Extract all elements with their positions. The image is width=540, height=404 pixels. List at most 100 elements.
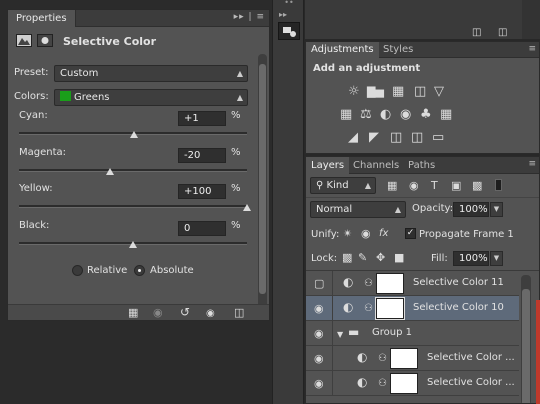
eye-icon[interactable]: ◉ [314, 302, 324, 315]
blend-mode-select[interactable]: Normal ▲ [310, 201, 406, 218]
slider-track[interactable] [19, 205, 247, 208]
eye-icon[interactable]: ◉ [314, 377, 324, 390]
color-balance-icon[interactable]: ⚖ [360, 108, 372, 121]
pixel-filter-icon[interactable]: ▦ [387, 179, 397, 192]
properties-scrollbar[interactable] [258, 54, 267, 311]
dock-collapse-icon[interactable]: ▸▸ [279, 10, 287, 19]
dock-properties-icon[interactable] [278, 22, 300, 40]
layer-row[interactable]: ◉ ◐ ⚇ Selective Color 10 [306, 296, 519, 321]
tab-styles[interactable]: Styles [378, 42, 418, 58]
lock-pixels-icon[interactable]: ✎ [358, 251, 367, 264]
propagate-label[interactable]: Propagate Frame 1 [419, 229, 514, 240]
tab-properties[interactable]: Properties [8, 10, 76, 27]
photo-filter-icon[interactable]: ◉ [400, 108, 411, 121]
layer-mask-thumbnail[interactable] [375, 297, 405, 320]
slider-thumb[interactable] [129, 241, 137, 248]
group-expand-icon[interactable]: ▼ [337, 328, 343, 341]
absolute-radio[interactable] [134, 265, 145, 276]
slider-value-field[interactable]: +1 [178, 111, 226, 126]
slider-track[interactable] [19, 169, 247, 172]
slider-value-field[interactable]: 0 [178, 221, 226, 236]
link-chain-icon[interactable]: ⚇ [364, 302, 373, 315]
lock-transparent-icon[interactable]: ▩ [342, 251, 352, 264]
adjustments-panel: Adjustments Styles ≡ Add an adjustment ☼… [305, 41, 540, 154]
tab-adjustments[interactable]: Adjustments [306, 42, 379, 58]
relative-radio[interactable] [72, 265, 83, 276]
layer-row[interactable]: ◉ ▼ ▬ Group 1 [306, 321, 519, 346]
tab-channels[interactable]: Channels [348, 157, 404, 174]
threshold-icon[interactable]: ◫ [390, 131, 402, 144]
layers-scrollbar[interactable] [521, 275, 531, 403]
gradient-map-icon[interactable]: ▭ [432, 131, 444, 144]
opacity-field[interactable]: 100% [453, 202, 489, 217]
slider-thumb[interactable] [130, 131, 139, 138]
dock-grip-icon[interactable]: •• [277, 0, 301, 7]
relative-label[interactable]: Relative [87, 265, 127, 276]
type-filter-icon[interactable]: T [431, 179, 438, 192]
colors-select[interactable]: Greens ▲ [54, 89, 248, 106]
posterize-icon[interactable]: ◤ [369, 131, 379, 144]
shape-filter-icon[interactable]: ▣ [451, 179, 461, 192]
opacity-dropdown-icon[interactable]: ▼ [490, 202, 503, 217]
selective-color-icon[interactable]: ◫ [411, 131, 423, 144]
lock-position-icon[interactable]: ✥ [376, 251, 385, 264]
edge-accent [536, 300, 540, 404]
brightness-icon[interactable]: ☼ [348, 85, 360, 98]
tab-layers[interactable]: Layers [306, 157, 350, 174]
slider-value-field[interactable]: +100 [178, 184, 226, 199]
clip-to-layer-icon[interactable]: ▦ [128, 306, 138, 319]
slider-value-field[interactable]: -20 [178, 148, 226, 163]
hue-saturation-icon[interactable]: ▦ [340, 108, 352, 121]
propagate-checkbox[interactable]: ✓ [405, 228, 416, 239]
lock-all-icon[interactable]: ■ [394, 251, 404, 264]
view-previous-icon[interactable]: ◉ [153, 306, 163, 319]
layer-mask-thumbnail[interactable] [390, 348, 418, 369]
tab-paths[interactable]: Paths [403, 157, 440, 174]
scrollbar-thumb[interactable] [522, 289, 530, 403]
layer-mask-thumbnail[interactable] [376, 273, 404, 294]
row-separator [332, 296, 333, 321]
color-lookup-icon[interactable]: ▦ [440, 108, 452, 121]
reset-icon[interactable]: ↺ [180, 306, 190, 319]
levels-icon[interactable]: ▇▅ [367, 85, 384, 98]
absolute-label[interactable]: Absolute [150, 265, 194, 276]
link-chain-icon[interactable]: ⚇ [378, 352, 387, 365]
slider-thumb[interactable] [243, 204, 251, 211]
filter-toggle-icon[interactable] [495, 179, 502, 191]
slider-thumb[interactable] [106, 168, 115, 175]
colors-value: Greens [74, 92, 110, 103]
layer-mask-thumbnail[interactable] [390, 373, 418, 394]
layer-row[interactable]: ◉ ◐ ⚇ Selective Color ... [306, 371, 519, 396]
smart-object-filter-icon[interactable]: ▩ [472, 179, 482, 192]
scrollbar-thumb[interactable] [259, 64, 266, 294]
eye-icon[interactable]: ◉ [314, 327, 324, 340]
layer-row[interactable]: ▢ ◐ ⚇ Selective Color 11 [306, 271, 519, 296]
panel-menu-icon[interactable]: ▸▸ | ≡ [234, 12, 265, 22]
new-document-icon[interactable]: ◫ [472, 26, 481, 39]
panel-menu-icon[interactable]: ≡ [528, 44, 536, 54]
adjustment-filter-icon[interactable]: ◉ [409, 179, 419, 192]
fill-dropdown-icon[interactable]: ▼ [490, 251, 503, 266]
visibility-off-box[interactable]: ▢ [314, 277, 324, 290]
invert-icon[interactable]: ◢ [348, 131, 358, 144]
preset-select[interactable]: Custom ▲ [54, 65, 248, 82]
kind-filter-select[interactable]: ⚲ Kind ▲ [310, 177, 376, 194]
mask-icon[interactable] [37, 34, 53, 47]
unify-style-icon[interactable]: fx [379, 227, 388, 240]
link-chain-icon[interactable]: ⚇ [364, 277, 373, 290]
panel-menu-icon[interactable]: ≡ [528, 159, 536, 169]
trash-icon[interactable]: ◫ [234, 306, 244, 319]
layer-row[interactable]: ◉ ◐ ⚇ Selective Color ... [306, 346, 519, 371]
exposure-icon[interactable]: ◫ [414, 85, 426, 98]
unify-visibility-icon[interactable]: ◉ [361, 227, 371, 240]
link-chain-icon[interactable]: ⚇ [378, 377, 387, 390]
unify-position-icon[interactable]: ✴ [343, 227, 352, 240]
black-white-icon[interactable]: ◐ [380, 108, 391, 121]
eye-icon[interactable]: ◉ [314, 352, 324, 365]
visibility-eye-icon[interactable]: ◉ [206, 307, 215, 320]
trash-icon[interactable]: ◫ [498, 26, 507, 39]
fill-field[interactable]: 100% [453, 251, 489, 266]
channel-mixer-icon[interactable]: ♣ [420, 108, 432, 121]
vibrance-icon[interactable]: ▽ [434, 85, 444, 98]
curves-icon[interactable]: ▦ [392, 85, 404, 98]
